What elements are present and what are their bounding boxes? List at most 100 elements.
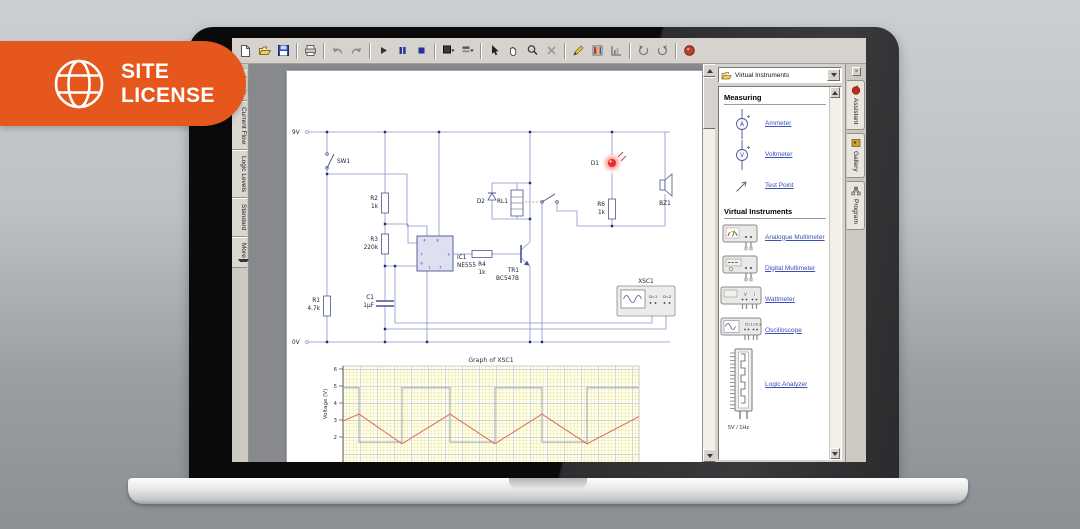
delete-tool-button[interactable] — [542, 41, 561, 60]
list-item-test-point[interactable]: Test Point — [719, 170, 831, 201]
oscilloscope-link[interactable]: Oscilloscope — [765, 327, 802, 335]
digital-multimeter-link[interactable]: Digital Multimeter — [765, 265, 815, 273]
help-button[interactable] — [680, 41, 699, 60]
dropdown-arrow-icon — [238, 259, 249, 262]
svg-text:Ch.1: Ch.1 — [649, 294, 658, 299]
resistor-r1[interactable]: R1 4.7k — [307, 296, 330, 316]
graph-button[interactable] — [607, 41, 626, 60]
print-button[interactable] — [301, 41, 320, 60]
panel-scrollbar[interactable] — [829, 87, 841, 459]
graph-icon — [610, 44, 623, 57]
category-dropdown[interactable]: Virtual Instruments — [718, 67, 842, 83]
list-item-digital-multimeter[interactable]: Digital Multimeter — [719, 253, 831, 284]
capacitor-c1[interactable]: C1 1µF — [363, 295, 394, 309]
undo-button[interactable] — [328, 41, 347, 60]
ic-ne555[interactable]: IC1 NE555 4 8 7 3 6 1 5 — [417, 236, 476, 271]
pause-button[interactable] — [393, 41, 412, 60]
tab-program[interactable]: Program — [847, 181, 865, 230]
relay-contact[interactable] — [541, 194, 559, 203]
toolbar — [232, 38, 866, 64]
svg-text:Ch.1: Ch.1 — [745, 323, 753, 327]
switch-sw1[interactable]: SW1 — [326, 153, 351, 170]
list-item-logic-analyzer[interactable]: Logic Analyzer — [719, 346, 831, 424]
oscilloscope-xsc1[interactable]: XSC1 Ch.1 Ch.2 — [617, 279, 675, 316]
logic-analyzer-link[interactable]: Logic Analyzer — [765, 381, 807, 389]
close-panel-button[interactable]: × — [852, 67, 861, 76]
wires-menu-button[interactable] — [458, 41, 477, 60]
redo-icon — [350, 44, 363, 57]
toolbar-separator — [564, 43, 566, 59]
document-page[interactable]: 9V 0V SW1 — [286, 70, 703, 462]
parts-list: Measuring A Ammeter — [718, 86, 842, 460]
tab-program-label: Program — [852, 199, 859, 224]
wattmeter-link[interactable]: Wattmeter — [765, 296, 795, 304]
list-item-ammeter[interactable]: A Ammeter — [719, 108, 831, 139]
voltmeter-link[interactable]: Voltmeter — [765, 151, 792, 159]
voltmeter-icon: V — [733, 140, 751, 170]
run-button[interactable] — [374, 41, 393, 60]
resistor-r6[interactable]: R6 1k — [597, 199, 615, 219]
new-button[interactable] — [236, 41, 255, 60]
diode-d2[interactable]: D2 — [477, 193, 496, 205]
list-item-voltmeter[interactable]: V Voltmeter — [719, 139, 831, 170]
panel-scroll-down-button[interactable] — [830, 448, 840, 459]
pointer-tool-button[interactable] — [485, 41, 504, 60]
test-point-link[interactable]: Test Point — [765, 182, 794, 190]
folder-icon — [721, 71, 732, 80]
zoom-tool-button[interactable] — [523, 41, 542, 60]
tab-gallery-label: Gallery — [852, 151, 859, 172]
resistor-r3[interactable]: R3 220k — [364, 234, 389, 254]
site-license-badge: SITE LICENSE — [0, 41, 246, 126]
probe-tool-button[interactable] — [569, 41, 588, 60]
svg-text:3: 3 — [334, 418, 338, 424]
toolbar-separator — [434, 43, 436, 59]
panel-scroll-up-button[interactable] — [830, 87, 840, 98]
led-d1[interactable]: D1 — [591, 152, 626, 173]
svg-text:RL1: RL1 — [497, 199, 508, 205]
tab-logic-levels[interactable]: Logic Levels — [232, 150, 247, 198]
svg-text:4: 4 — [424, 239, 426, 243]
print-icon — [304, 44, 317, 57]
redo-button[interactable] — [347, 41, 366, 60]
analogue-multimeter-link[interactable]: Analogue Multimeter — [765, 234, 825, 242]
ammeter-link[interactable]: Ammeter — [765, 120, 791, 128]
section-measuring: Measuring — [724, 93, 826, 105]
svg-text:V: V — [744, 292, 747, 297]
pause-icon — [396, 44, 409, 57]
svg-text:1: 1 — [429, 266, 431, 270]
gallery-button[interactable] — [588, 41, 607, 60]
svg-text:7: 7 — [421, 253, 423, 257]
rotate-left-button[interactable] — [634, 41, 653, 60]
svg-text:1k: 1k — [598, 210, 606, 216]
stop-button[interactable] — [412, 41, 431, 60]
tab-standard[interactable]: Standard — [232, 198, 247, 236]
rotate-right-button[interactable] — [653, 41, 672, 60]
save-button[interactable] — [274, 41, 293, 60]
buzzer-bz1[interactable]: BZ1 — [659, 174, 672, 207]
tab-assistant[interactable]: Assistant — [847, 80, 865, 130]
resistor-r2[interactable]: R2 1k — [370, 193, 388, 213]
rail-labels: 9V 0V — [292, 130, 300, 346]
assistant-tab-icon — [851, 85, 861, 95]
open-button[interactable] — [255, 41, 274, 60]
list-item-analogue-multimeter[interactable]: Analogue Multimeter — [719, 222, 831, 253]
pan-tool-button[interactable] — [504, 41, 523, 60]
svg-text:3: 3 — [447, 253, 449, 257]
right-tabstrip: × Assistant Gallery Program — [845, 64, 866, 462]
dropdown-button[interactable] — [827, 69, 840, 81]
list-item-wattmeter[interactable]: V I Wattmeter — [719, 284, 831, 315]
tab-gallery[interactable]: Gallery — [847, 133, 865, 178]
list-item-oscilloscope[interactable]: Ch.1 Ch.2 Oscilloscope — [719, 315, 831, 346]
wattmeter-icon: V I — [720, 286, 764, 313]
globe-icon — [52, 57, 106, 111]
badge-line2: LICENSE — [121, 84, 215, 108]
relay-rl1[interactable]: RL1 — [497, 190, 539, 216]
canvas-scrollbar[interactable] — [702, 64, 716, 462]
arrow-up-icon — [707, 69, 713, 73]
parts-panel: Virtual Instruments Measuring A — [715, 64, 845, 462]
transistor-tr1[interactable]: TR1 BC547B — [496, 245, 530, 282]
tab-more[interactable]: More — [232, 237, 247, 269]
svg-text:220k: 220k — [364, 245, 379, 251]
delete-cross-icon — [545, 44, 558, 57]
parts-menu-button[interactable] — [439, 41, 458, 60]
